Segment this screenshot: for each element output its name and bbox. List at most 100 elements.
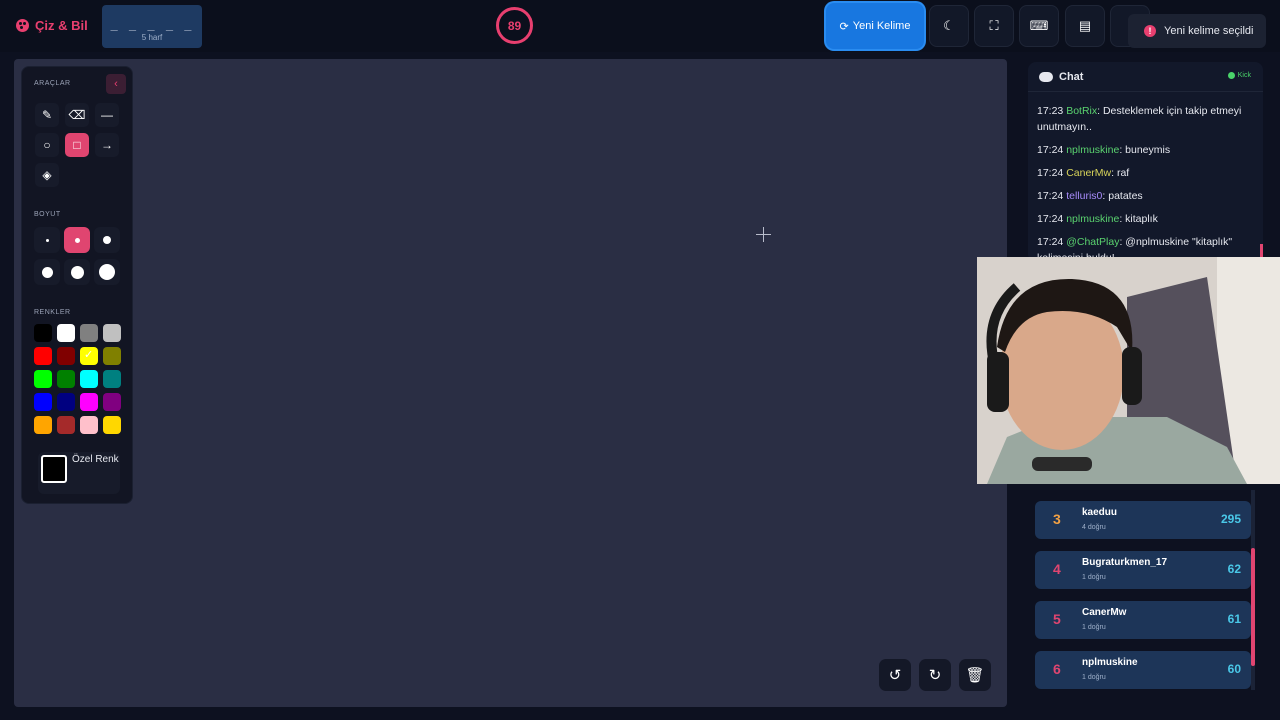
app-title: Çiz & Bil — [35, 18, 88, 33]
color-swatch[interactable] — [103, 347, 121, 365]
color-swatch[interactable] — [34, 370, 52, 388]
chat-time: 17:24 — [1037, 213, 1064, 225]
color-swatch[interactable] — [57, 324, 75, 342]
crosshair-cursor-icon — [756, 227, 771, 242]
archive-icon: ▤ — [1078, 18, 1092, 33]
color-swatch[interactable] — [34, 393, 52, 411]
chat-text: : kitaplık — [1119, 213, 1158, 225]
color-swatch[interactable] — [57, 393, 75, 411]
fill-tool[interactable]: ◈ — [35, 163, 59, 187]
undo-button[interactable]: ↺ — [879, 659, 911, 691]
platform-indicator: Kick — [1227, 72, 1251, 79]
chat-message: 17:24 nplmuskine: buneymis — [1037, 142, 1252, 158]
leaderboard-row: 3 kaeduu 4 doğru 295 — [1035, 501, 1251, 539]
chat-time: 17:24 — [1037, 144, 1064, 156]
size-option-3[interactable] — [94, 227, 120, 253]
status-dot-icon — [1227, 72, 1235, 79]
player-correct-count: 1 doğru — [1082, 674, 1106, 681]
color-swatch[interactable] — [80, 370, 98, 388]
line-tool[interactable]: — — [95, 103, 119, 127]
palette-icon — [16, 19, 29, 32]
round-timer: 89 — [496, 7, 533, 44]
player-rank: 5 — [1053, 611, 1061, 627]
new-word-button[interactable]: ⟳ Yeni Kelime — [826, 3, 924, 49]
player-name: CanerMw — [1082, 607, 1127, 618]
theme-toggle-button[interactable]: ☾ — [929, 5, 969, 47]
chat-message: 17:23 BotRix: Desteklemek için takip etm… — [1037, 103, 1252, 135]
clear-canvas-button[interactable]: 🗑 — [959, 659, 991, 691]
leaderboard-scroll-thumb[interactable] — [1251, 548, 1255, 666]
brush-tool[interactable]: ✎ — [35, 103, 59, 127]
chat-username[interactable]: @ChatPlay — [1066, 236, 1119, 248]
top-bar: Çiz & Bil _ _ _ _ _ 5 harf 89 ⟳ Yeni Kel… — [0, 0, 1280, 52]
leaderboard-scrollbar[interactable] — [1251, 490, 1255, 690]
collapse-panel-button[interactable]: ‹ — [106, 74, 126, 94]
rectangle-tool[interactable]: □ — [65, 133, 89, 157]
size-section-title: BOYUT — [34, 211, 61, 218]
color-swatch[interactable] — [57, 370, 75, 388]
drawing-canvas[interactable] — [14, 59, 1007, 707]
eraser-tool[interactable]: ⌫ — [65, 103, 89, 127]
size-option-6[interactable] — [94, 259, 120, 285]
color-swatch[interactable] — [80, 324, 98, 342]
refresh-icon: ⟳ — [839, 20, 849, 33]
chat-time: 17:24 — [1037, 190, 1064, 202]
custom-color-button[interactable]: Özel Renk — [38, 452, 120, 494]
app-logo: Çiz & Bil — [16, 18, 88, 33]
chat-message: 17:24 nplmuskine: kitaplık — [1037, 211, 1252, 227]
chat-panel: Chat Kick 17:23 BotRix: Desteklemek için… — [1028, 62, 1263, 262]
chat-username[interactable]: BotRix — [1066, 105, 1097, 117]
chat-header: Chat Kick — [1028, 62, 1263, 92]
size-option-2[interactable] — [64, 227, 90, 253]
player-points: 295 — [1220, 512, 1241, 526]
color-swatch[interactable] — [80, 347, 98, 365]
keyboard-button[interactable]: ⌨ — [1019, 5, 1059, 47]
chat-bubble-icon — [1039, 72, 1053, 82]
player-rank: 4 — [1053, 561, 1061, 577]
undo-icon: ↺ — [888, 667, 902, 684]
chat-username[interactable]: telluris0 — [1066, 190, 1102, 202]
trash-icon: 🗑 — [965, 667, 985, 684]
size-option-5[interactable] — [64, 259, 90, 285]
color-swatch[interactable] — [103, 416, 121, 434]
redo-button[interactable]: ↻ — [919, 659, 951, 691]
tools-section-title: ARAÇLAR — [34, 80, 71, 87]
size-option-1[interactable] — [34, 227, 60, 253]
color-swatch[interactable] — [80, 416, 98, 434]
moon-icon: ☾ — [943, 18, 955, 33]
chat-username[interactable]: CanerMw — [1066, 167, 1111, 179]
chevron-left-icon: ‹ — [114, 78, 118, 90]
color-swatch[interactable] — [34, 416, 52, 434]
chat-message: 17:24 telluris0: patates — [1037, 188, 1252, 204]
arrow-tool[interactable]: → — [95, 133, 119, 157]
line-icon: — — [101, 108, 113, 122]
color-swatch[interactable] — [103, 370, 121, 388]
circle-icon: ○ — [43, 138, 51, 152]
fullscreen-icon: ⛶ — [989, 18, 999, 33]
color-swatch[interactable] — [34, 324, 52, 342]
size-option-4[interactable] — [34, 259, 60, 285]
chat-scrollbar[interactable] — [1260, 244, 1263, 258]
chat-message: 17:24 CanerMw: raf — [1037, 165, 1252, 181]
chat-username[interactable]: nplmuskine — [1066, 213, 1119, 225]
circle-tool[interactable]: ○ — [35, 133, 59, 157]
toast-text: Yeni kelime seçildi — [1164, 25, 1254, 37]
color-swatch[interactable] — [103, 324, 121, 342]
colors-section-title: RENKLER — [34, 309, 71, 316]
player-name: nplmuskine — [1082, 657, 1138, 668]
archive-button[interactable]: ▤ — [1065, 5, 1105, 47]
color-swatch[interactable] — [57, 347, 75, 365]
chat-username[interactable]: nplmuskine — [1066, 144, 1119, 156]
chat-messages[interactable]: 17:23 BotRix: Desteklemek için takip etm… — [1037, 103, 1252, 262]
leaderboard-row: 6 nplmuskine 1 doğru 60 — [1035, 651, 1251, 689]
chat-text: : buneymis — [1119, 144, 1171, 156]
alert-icon: ! — [1144, 25, 1156, 37]
color-swatch[interactable] — [80, 393, 98, 411]
player-name: kaeduu — [1082, 507, 1118, 518]
platform-name: Kick — [1237, 72, 1251, 79]
color-swatch[interactable] — [103, 393, 121, 411]
player-rank: 6 — [1053, 661, 1061, 677]
color-swatch[interactable] — [57, 416, 75, 434]
fullscreen-button[interactable]: ⛶ — [974, 5, 1014, 47]
color-swatch[interactable] — [34, 347, 52, 365]
